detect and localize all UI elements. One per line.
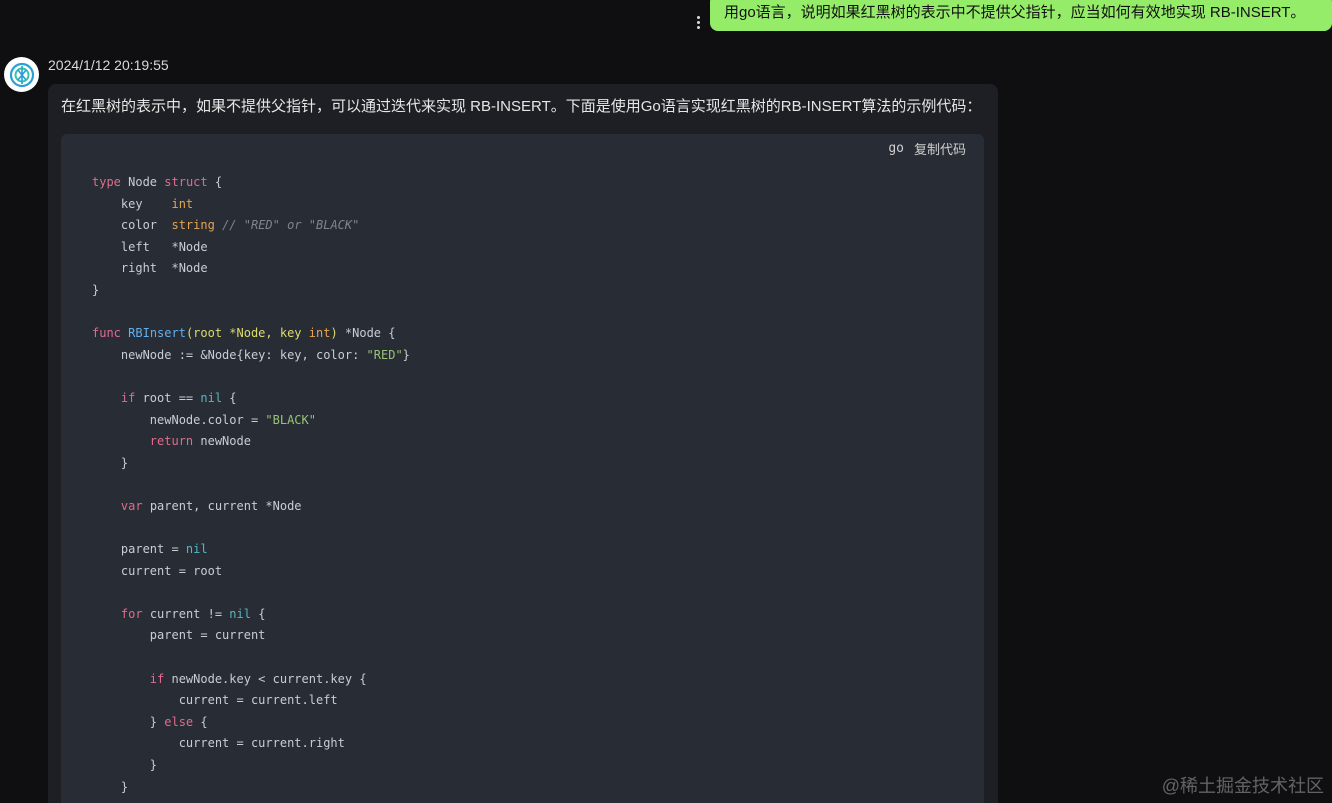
code-token: newNode	[193, 434, 251, 449]
code-token: }	[402, 347, 410, 362]
code-token: (root *Node, key	[185, 326, 309, 341]
code-token: RBInsert	[128, 326, 186, 341]
code-line: }	[92, 453, 410, 475]
watermark: @稀土掘金技术社区	[1161, 776, 1324, 796]
message-timestamp: 2024/1/12 20:19:55	[48, 57, 169, 73]
code-line: for current != nil {	[92, 604, 410, 626]
code-token: int	[308, 326, 331, 341]
code-line: color string // "RED" or "BLACK"	[92, 215, 410, 237]
code-line: var parent, current *Node	[92, 496, 410, 518]
code-token: current = current.left	[92, 693, 338, 708]
code-token: // "RED" or "BLACK"	[214, 218, 360, 233]
chat-view: 用go语言，说明如果红黑树的表示中不提供父指针，应当如何有效地实现 RB-INS…	[0, 0, 1332, 803]
code-content: type Node struct { key int color string …	[92, 172, 410, 798]
assistant-intro-text: 在红黑树的表示中，如果不提供父指针，可以通过迭代来实现 RB-INSERT。下面…	[61, 98, 982, 115]
code-token: {	[222, 390, 237, 405]
code-token: )	[330, 326, 338, 341]
code-line: parent = nil	[92, 539, 410, 561]
code-token: {	[250, 606, 266, 621]
code-token: current !=	[142, 606, 230, 621]
code-token: {	[207, 175, 223, 189]
code-token: nil	[229, 606, 251, 621]
code-token: parent = current	[92, 628, 266, 643]
code-line: right *Node	[92, 258, 410, 280]
code-token: }	[92, 714, 165, 729]
code-token: else	[164, 714, 194, 729]
code-token: {	[193, 714, 208, 729]
code-token: }	[92, 758, 158, 773]
code-line: } else {	[92, 712, 410, 734]
code-token: key	[92, 196, 172, 211]
code-token: if	[149, 671, 165, 686]
code-line: newNode := &Node{key: key, color: "RED"}	[92, 345, 410, 367]
code-token: return	[149, 434, 194, 449]
code-line: key int	[92, 194, 410, 216]
code-line: return newNode	[92, 431, 410, 453]
code-token: string	[171, 218, 215, 233]
code-token: right *Node	[92, 261, 208, 276]
user-message-text: 用go语言，说明如果红黑树的表示中不提供父指针，应当如何有效地实现 RB-INS…	[724, 4, 1306, 21]
code-token: for	[120, 606, 143, 621]
more-options-icon[interactable]	[692, 12, 704, 32]
code-token: newNode := &Node{key: key, color:	[92, 347, 367, 362]
code-token: parent, current *Node	[142, 498, 302, 513]
code-token: }	[92, 455, 129, 470]
user-message-bubble: 用go语言，说明如果红黑树的表示中不提供父指针，应当如何有效地实现 RB-INS…	[710, 0, 1332, 31]
code-line: }	[92, 755, 410, 777]
code-token: }	[92, 282, 100, 297]
code-token: newNode.key < current.key {	[164, 671, 367, 686]
code-token: current = current.right	[92, 736, 345, 751]
code-token: color	[92, 218, 172, 233]
code-line: current = current.left	[92, 690, 410, 712]
code-token: nil	[200, 390, 223, 405]
code-token: Node	[120, 175, 165, 189]
code-line: if root == nil {	[92, 388, 410, 410]
code-block-header: go 复制代码	[888, 139, 966, 158]
code-token: root ==	[135, 390, 201, 405]
code-token: type	[92, 175, 121, 189]
code-line: type Node struct {	[92, 172, 410, 194]
code-token: }	[92, 779, 129, 794]
code-token: if	[120, 390, 136, 405]
code-line: if newNode.key < current.key {	[92, 669, 410, 691]
code-token: int	[171, 196, 194, 211]
code-block: go 复制代码 type Node struct { key int color…	[61, 134, 984, 803]
code-token: func	[92, 326, 121, 341]
code-line: }	[92, 777, 410, 799]
code-line: }	[92, 280, 410, 302]
assistant-logo-icon	[4, 57, 39, 92]
code-token: nil	[185, 542, 208, 557]
code-line: parent = current	[92, 625, 410, 647]
code-token: struct	[164, 175, 208, 189]
code-token: left *Node	[92, 239, 208, 254]
copy-code-button[interactable]: 复制代码	[914, 139, 966, 158]
code-token: parent =	[92, 542, 186, 557]
code-language-label: go	[888, 141, 904, 156]
code-line: newNode.color = "BLACK"	[92, 410, 410, 432]
code-token: *Node {	[337, 326, 396, 341]
assistant-message: 在红黑树的表示中，如果不提供父指针，可以通过迭代来实现 RB-INSERT。下面…	[48, 84, 998, 803]
code-line: left *Node	[92, 237, 410, 259]
code-token: "RED"	[366, 347, 403, 362]
code-token: "BLACK"	[265, 412, 316, 427]
code-token: var	[120, 498, 143, 513]
code-line: current = current.right	[92, 733, 410, 755]
code-line: current = root	[92, 561, 410, 583]
code-line: func RBInsert(root *Node, key int) *Node…	[92, 323, 410, 345]
code-token: newNode.color =	[92, 412, 266, 427]
code-token: current = root	[92, 563, 223, 578]
